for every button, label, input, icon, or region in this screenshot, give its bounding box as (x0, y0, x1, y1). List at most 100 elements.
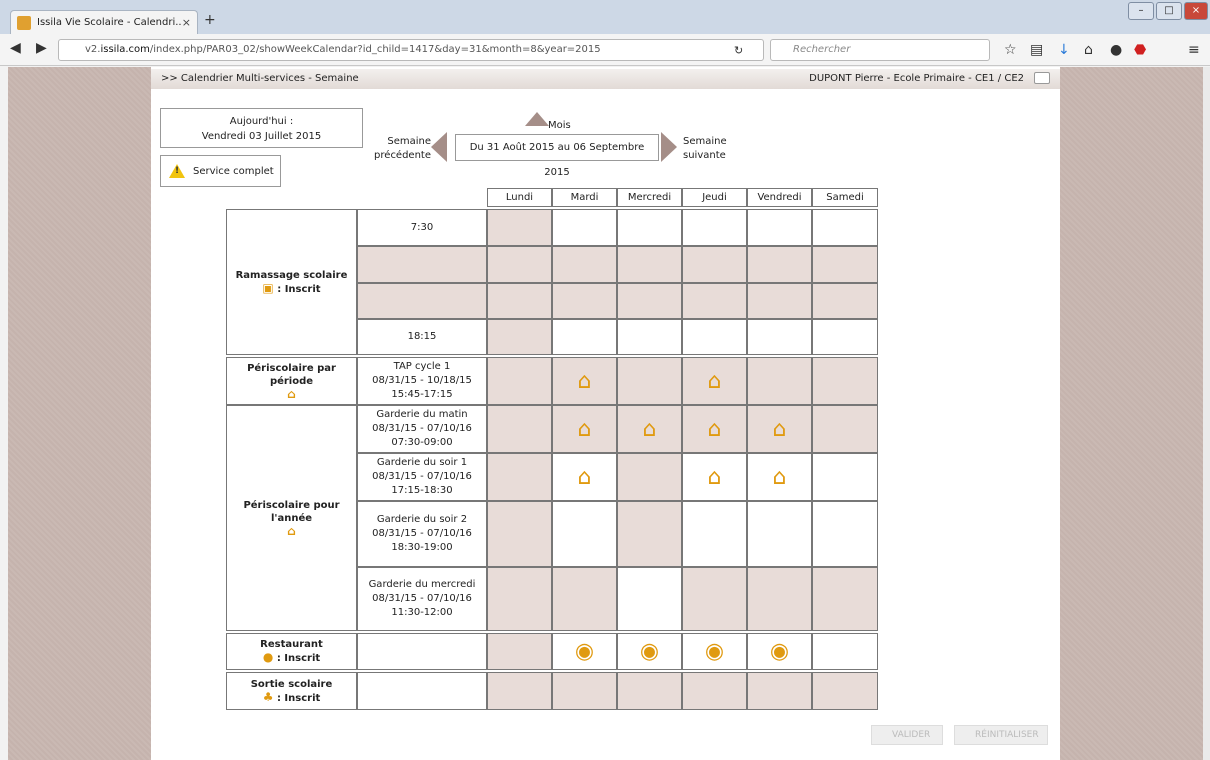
calendar-cell[interactable] (747, 319, 812, 355)
back-icon[interactable]: ◀ (10, 40, 21, 56)
calendar-cell[interactable]: ⌂ (617, 405, 682, 453)
calendar-cell[interactable] (552, 501, 617, 567)
calendar-cell[interactable] (617, 319, 682, 355)
new-tab-button[interactable]: + (204, 12, 216, 28)
download-icon[interactable]: ↓ (1058, 42, 1070, 58)
calendar-cell[interactable] (812, 501, 878, 567)
calendar-cell[interactable] (812, 633, 878, 670)
service-status: : Inscrit (276, 692, 321, 704)
calendar-cell[interactable] (617, 357, 682, 405)
calendar-cell[interactable] (682, 209, 747, 246)
calendar-cell[interactable]: ⌂ (682, 357, 747, 405)
scrollbar[interactable] (1203, 67, 1210, 760)
reload-icon[interactable]: ↻ (734, 44, 743, 57)
calendar-cell[interactable] (812, 209, 878, 246)
calendar-cell[interactable]: ◉ (682, 633, 747, 670)
forward-icon[interactable]: ▶ (36, 40, 47, 56)
calendar-cell[interactable] (487, 453, 552, 501)
calendar-cell[interactable]: ◉ (552, 633, 617, 670)
browser-tab[interactable]: Issila Vie Scolaire - Calendri... × (10, 10, 198, 34)
month-link[interactable]: Mois (548, 120, 571, 131)
calendar-cell[interactable] (682, 567, 747, 631)
calendar-cell[interactable] (812, 357, 878, 405)
calendar-cell[interactable]: ⌂ (552, 405, 617, 453)
calendar-cell[interactable] (617, 501, 682, 567)
next-week-arrow-icon[interactable] (661, 132, 677, 162)
day-header: Samedi (812, 188, 878, 207)
browser-titlebar: Issila Vie Scolaire - Calendri... × + – … (0, 0, 1210, 34)
calendar-cell[interactable] (617, 209, 682, 246)
calendar-cell[interactable] (552, 209, 617, 246)
calendar-cell[interactable] (487, 357, 552, 405)
activity-cell: Garderie du matin 08/31/15 - 07/10/16 07… (357, 405, 487, 453)
month-arrow-icon[interactable] (525, 112, 549, 126)
activity-cell: Garderie du soir 1 08/31/15 - 07/10/16 1… (357, 453, 487, 501)
house-key-icon: ⌂ (707, 368, 722, 394)
calendar-cell[interactable] (487, 319, 552, 355)
bookmark-star-icon[interactable]: ☆ (1004, 42, 1017, 58)
minimize-icon[interactable]: – (1128, 2, 1154, 20)
calendar-cell[interactable]: ⌂ (682, 453, 747, 501)
calendar-cell[interactable] (747, 567, 812, 631)
page-right-background (1060, 67, 1203, 760)
prev-week-link[interactable]: Semaine précédente (367, 135, 431, 163)
calendar-cell[interactable] (617, 453, 682, 501)
calendar-cell[interactable]: ◉ (617, 633, 682, 670)
calendar-cell[interactable]: ◉ (747, 633, 812, 670)
calendar-cell (487, 283, 552, 319)
calendar-cell[interactable] (487, 672, 552, 710)
calendar-cell[interactable] (552, 567, 617, 631)
calendar-cell[interactable] (747, 357, 812, 405)
reset-button[interactable]: RÉINITIALISER (954, 725, 1048, 745)
validate-button[interactable]: VALIDER (871, 725, 943, 745)
close-window-icon[interactable]: × (1184, 2, 1208, 20)
calendar-cell[interactable] (487, 633, 552, 670)
menu-icon[interactable]: ≡ (1188, 42, 1200, 58)
calendar-cell[interactable] (812, 672, 878, 710)
tab-close-icon[interactable]: × (182, 16, 191, 29)
legend-label: Service complet (193, 165, 274, 177)
day-header: Lundi (487, 188, 552, 207)
calendar-cell[interactable] (747, 501, 812, 567)
calendar-cell[interactable] (617, 567, 682, 631)
calendar-cell[interactable] (487, 405, 552, 453)
calendar-cell[interactable] (812, 567, 878, 631)
calendar-cell[interactable] (682, 672, 747, 710)
calendar-cell[interactable] (682, 319, 747, 355)
calendar-cell[interactable] (487, 501, 552, 567)
calendar-cell[interactable]: ⌂ (747, 405, 812, 453)
calendar-cell[interactable]: ⌂ (747, 453, 812, 501)
calendar-cell[interactable]: ⌂ (552, 453, 617, 501)
print-icon[interactable] (1034, 72, 1050, 84)
adblock-icon[interactable]: ⬣ (1134, 42, 1146, 58)
calendar-cell[interactable] (552, 672, 617, 710)
chat-icon[interactable]: ● (1110, 42, 1122, 58)
calendar-cell[interactable]: ⌂ (552, 357, 617, 405)
url-bar[interactable]: v2.issila.com/index.php/PAR03_02/showWee… (58, 39, 764, 61)
calendar-cell[interactable] (552, 319, 617, 355)
bookmarks-list-icon[interactable]: ▤ (1030, 42, 1043, 58)
calendar-cell[interactable] (487, 567, 552, 631)
calendar-cell[interactable]: ⌂ (682, 405, 747, 453)
time-cell: 7:30 (357, 209, 487, 246)
calendar-cell[interactable] (812, 319, 878, 355)
search-input[interactable]: Rechercher (770, 39, 990, 61)
calendar-cell[interactable] (682, 501, 747, 567)
next-week-link[interactable]: Semaine suivante (683, 135, 763, 163)
calendar-cell[interactable] (812, 453, 878, 501)
page-left-background (8, 67, 151, 760)
calendar-cell[interactable] (747, 209, 812, 246)
calendar-cell[interactable] (487, 209, 552, 246)
outing-icon: ♣ (262, 689, 274, 704)
calendar-cell[interactable] (812, 405, 878, 453)
home-icon[interactable]: ⌂ (1084, 42, 1093, 58)
warning-icon (169, 164, 185, 178)
prev-week-arrow-icon[interactable] (431, 132, 447, 162)
service-label: Ramassage scolaire (235, 269, 348, 281)
calendar-cell (552, 283, 617, 319)
day-header: Mercredi (617, 188, 682, 207)
calendar-cell[interactable] (747, 672, 812, 710)
activity-dates: 08/31/15 - 07/10/16 (372, 593, 472, 604)
maximize-icon[interactable]: □ (1156, 2, 1182, 20)
calendar-cell[interactable] (617, 672, 682, 710)
